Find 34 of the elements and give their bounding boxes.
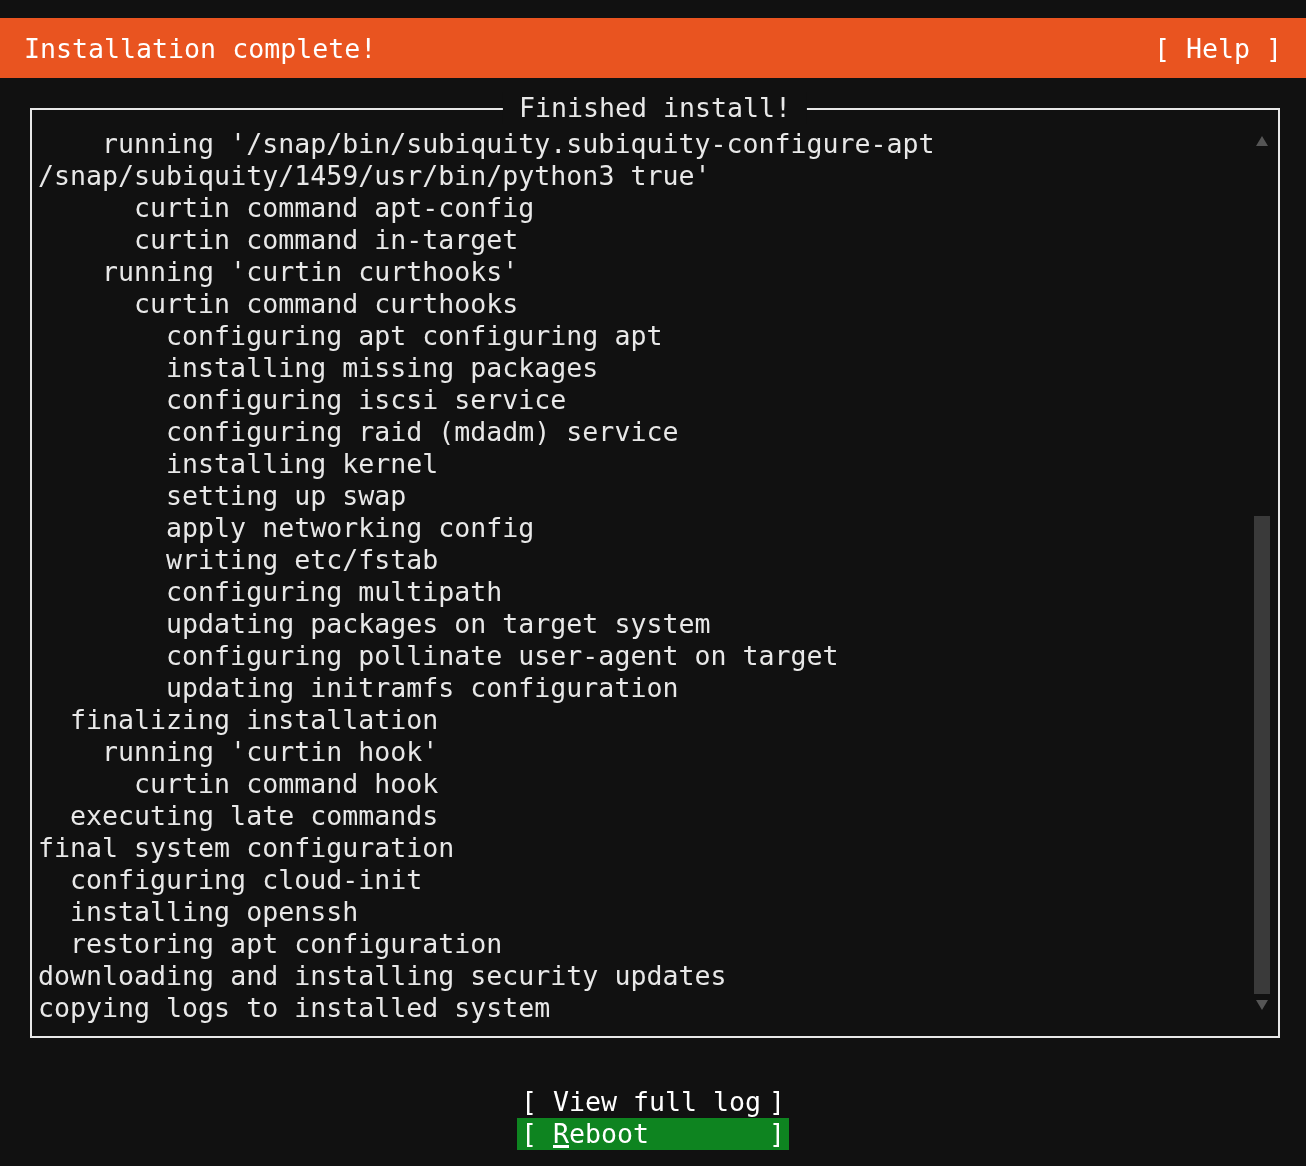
log-line: configuring pollinate user-agent on target [165, 640, 840, 672]
log-line: copying logs to installed system [38, 992, 552, 1024]
log-line: updating initramfs configuration [165, 672, 680, 704]
log-line: installing kernel [165, 448, 440, 480]
log-line: curtin command hook [133, 768, 440, 800]
log-line: running 'curtin hook' [101, 736, 440, 768]
log-line: configuring cloud-init [69, 864, 424, 896]
scroll-down-icon[interactable] [1256, 1000, 1268, 1010]
log-line: running 'curtin curthooks' [101, 256, 520, 288]
log-line: curtin command apt-config [133, 192, 536, 224]
log-line: curtin command curthooks [133, 288, 520, 320]
scroll-up-icon[interactable] [1256, 136, 1268, 146]
log-line: installing openssh [69, 896, 360, 928]
menu-button[interactable]: [ Reboot ] [516, 1118, 790, 1150]
log-line: writing etc/fstab [165, 544, 440, 576]
log-line: curtin command in-target [133, 224, 520, 256]
log-line: installing missing packages [165, 352, 600, 384]
log-line: setting up swap [165, 480, 408, 512]
log-line: final system configuration [38, 832, 456, 864]
log-line: configuring raid (mdadm) service [165, 416, 680, 448]
log-line: configuring apt configuring apt [165, 320, 664, 352]
log-line: finalizing installation [69, 704, 440, 736]
menu-button[interactable]: [ View full log ] [516, 1086, 790, 1118]
log-line: executing late commands [69, 800, 440, 832]
log-line: restoring apt configuration [69, 928, 504, 960]
help-button[interactable]: [ Help ] [1153, 32, 1282, 64]
log-line: updating packages on target system [165, 608, 712, 640]
log-line: apply networking config [165, 512, 536, 544]
log-line: configuring multipath [165, 576, 504, 608]
screen-title: Installation complete! [24, 32, 377, 64]
scrollbar-thumb[interactable] [1254, 516, 1270, 994]
text-cursor [552, 1145, 569, 1148]
log-line: configuring iscsi service [165, 384, 568, 416]
log-line: downloading and installing security updates [38, 960, 728, 992]
